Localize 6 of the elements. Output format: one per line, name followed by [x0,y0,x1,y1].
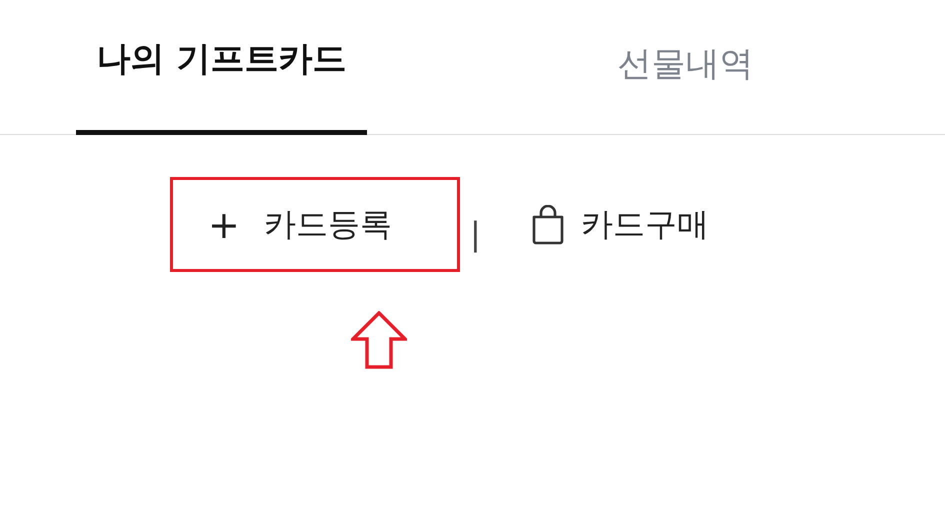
shopping-bag-icon [530,204,565,244]
tab[interactable]: 나의 기프트카드 [76,0,367,135]
buy-card-button[interactable]: 카드구매 [530,202,709,246]
separator-text: | [470,214,481,252]
register-card-button[interactable]: + 카드등록 [208,202,392,246]
tab[interactable]: 선물내역 [607,0,764,135]
